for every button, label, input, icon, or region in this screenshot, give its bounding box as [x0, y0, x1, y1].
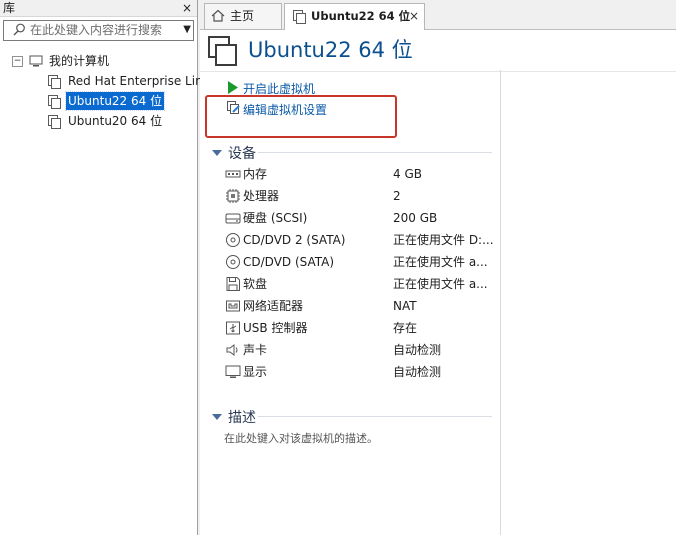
play-icon — [228, 81, 238, 94]
device-row-cdrom[interactable]: CD/DVD 2 (SATA) 正在使用文件 D:... — [225, 229, 495, 251]
collapse-arrow-icon — [212, 150, 222, 156]
device-value: NAT — [393, 299, 417, 313]
device-name: CD/DVD (SATA) — [243, 255, 335, 269]
device-value: 正在使用文件 a... — [393, 277, 488, 291]
speaker-icon — [226, 344, 238, 356]
library-search-box[interactable]: ▼ — [3, 20, 194, 41]
tree-item-vm[interactable]: Red Hat Enterprise Lir — [0, 72, 200, 90]
tab-vm-label: Ubuntu22 64 位 — [311, 9, 411, 23]
device-name: CD/DVD 2 (SATA) — [243, 233, 346, 247]
column-divider — [500, 70, 501, 535]
device-name: 网络适配器 — [243, 299, 304, 313]
device-name: 声卡 — [243, 343, 268, 357]
device-row-harddisk[interactable]: 硬盘 (SCSI) 200 GB — [225, 207, 495, 229]
device-name: 内存 — [243, 167, 268, 181]
tree-item-label: Ubuntu20 64 位 — [68, 114, 163, 128]
tab-home-label: 主页 — [230, 9, 255, 23]
cpu-icon — [226, 189, 240, 203]
computer-icon — [29, 55, 43, 67]
tab-close-icon[interactable]: × — [409, 4, 419, 28]
description-title: 描述 — [228, 410, 256, 426]
cdrom-icon — [226, 255, 240, 269]
monitor-icon — [225, 365, 241, 378]
library-header: 库 × — [0, 0, 197, 17]
tab-home[interactable]: 主页 — [204, 3, 282, 30]
vm-summary-page: Ubuntu22 64 位 开启此虚拟机 编辑虚拟机设置 设备 内存 4 GB … — [200, 30, 676, 535]
description-input[interactable]: 在此处键入对该虚拟机的描述。 — [224, 430, 378, 446]
network-icon — [226, 300, 240, 312]
device-name: 软盘 — [243, 277, 268, 291]
device-row-network[interactable]: 网络适配器 NAT — [225, 295, 495, 317]
vm-title: Ubuntu22 64 位 — [248, 38, 413, 62]
device-name: 处理器 — [243, 189, 280, 203]
tree-root-label: 我的计算机 — [49, 54, 110, 68]
device-value: 正在使用文件 D:... — [393, 233, 493, 247]
device-value: 自动检测 — [393, 365, 442, 379]
tab-vm[interactable]: Ubuntu22 64 位 × — [284, 3, 425, 31]
vm-icon — [48, 115, 61, 129]
library-search-input[interactable] — [30, 22, 170, 37]
floppy-icon — [226, 277, 240, 291]
collapse-icon[interactable]: − — [12, 56, 23, 67]
library-close-button[interactable]: × — [182, 0, 192, 16]
usb-icon — [226, 321, 240, 335]
device-row-usb[interactable]: USB 控制器 存在 — [225, 317, 495, 339]
vm-icon — [293, 10, 306, 24]
device-name: USB 控制器 — [243, 321, 308, 335]
vm-icon — [48, 75, 61, 89]
vm-large-icon — [208, 36, 237, 66]
tree-item-label: Red Hat Enterprise Lir — [68, 74, 201, 88]
library-panel: 库 × ▼ − 我的计算机 Red Hat Enterprise Lir Ubu… — [0, 0, 200, 535]
device-row-floppy[interactable]: 软盘 正在使用文件 a... — [225, 273, 495, 295]
harddisk-icon — [225, 213, 241, 224]
devices-section-header[interactable]: 设备 — [212, 143, 256, 163]
cdrom-icon — [226, 233, 240, 247]
vm-icon — [48, 95, 61, 109]
device-row-sound[interactable]: 声卡 自动检测 — [225, 339, 495, 361]
description-section-header[interactable]: 描述 — [212, 407, 256, 427]
memory-icon — [225, 170, 241, 178]
device-row-memory[interactable]: 内存 4 GB — [225, 163, 495, 185]
search-icon — [13, 23, 25, 36]
device-value: 200 GB — [393, 211, 438, 225]
device-name: 显示 — [243, 365, 268, 379]
devices-title: 设备 — [228, 146, 256, 162]
tree-root-my-computer[interactable]: − 我的计算机 — [0, 52, 196, 70]
search-dropdown-icon[interactable]: ▼ — [183, 24, 191, 35]
device-value: 正在使用文件 a... — [393, 255, 488, 269]
device-name: 硬盘 (SCSI) — [243, 211, 308, 225]
library-title: 库 — [3, 1, 16, 15]
device-value: 2 — [393, 189, 401, 203]
title-divider — [200, 71, 676, 72]
tree-item-label: Ubuntu22 64 位 — [64, 91, 166, 111]
tree-item-vm[interactable]: Ubuntu20 64 位 — [0, 112, 196, 130]
section-divider — [258, 416, 492, 417]
device-row-cdrom[interactable]: CD/DVD (SATA) 正在使用文件 a... — [225, 251, 495, 273]
device-value: 4 GB — [393, 167, 422, 181]
device-value: 自动检测 — [393, 343, 442, 357]
home-icon — [211, 9, 225, 22]
section-divider — [258, 152, 492, 153]
tab-bar: 主页 Ubuntu22 64 位 × — [200, 0, 676, 31]
device-row-display[interactable]: 显示 自动检测 — [225, 361, 495, 383]
tree-item-vm-selected[interactable]: Ubuntu22 64 位 — [0, 91, 196, 111]
annotation-highlight-box — [205, 95, 397, 138]
device-value: 存在 — [393, 321, 418, 335]
collapse-arrow-icon — [212, 414, 222, 420]
device-row-cpu[interactable]: 处理器 2 — [225, 185, 495, 207]
